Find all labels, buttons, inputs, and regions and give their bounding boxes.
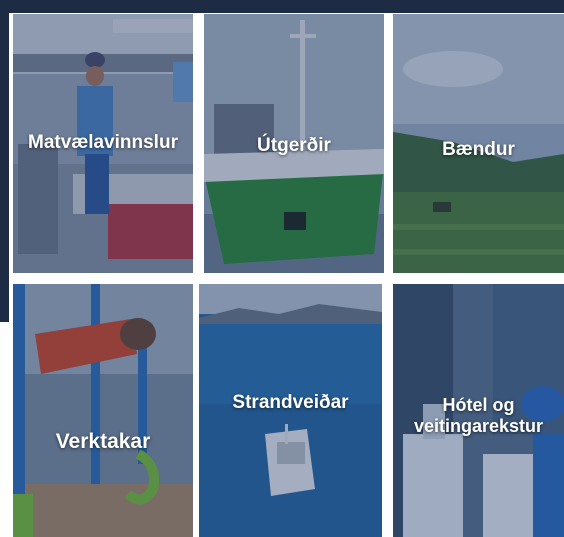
category-tile-strandveidar[interactable]: Strandveiðar: [199, 284, 382, 537]
tile-label: Strandveiðar: [232, 392, 349, 413]
tile-label: Verktakar: [55, 430, 151, 453]
category-tile-hotel-og-veitingarekstur[interactable]: Hótel og veitingarekstur: [393, 284, 564, 537]
category-tile-verktakar[interactable]: Verktakar: [13, 284, 193, 537]
category-tile-baendur[interactable]: Bændur: [393, 14, 564, 273]
category-tile-matvaelavinnslur[interactable]: Matvælavinnslur: [13, 14, 193, 273]
top-frame-bar: [0, 0, 564, 13]
tile-label: Útgerðir: [257, 135, 331, 156]
tile-label: Bændur: [442, 139, 515, 160]
tile-label: Matvælavinnslur: [28, 132, 178, 153]
tile-overlay: [13, 284, 193, 537]
tile-label: Hótel og veitingarekstur: [413, 395, 544, 436]
category-tile-utgerdir[interactable]: Útgerðir: [204, 14, 384, 273]
left-frame-bar: [0, 0, 9, 322]
